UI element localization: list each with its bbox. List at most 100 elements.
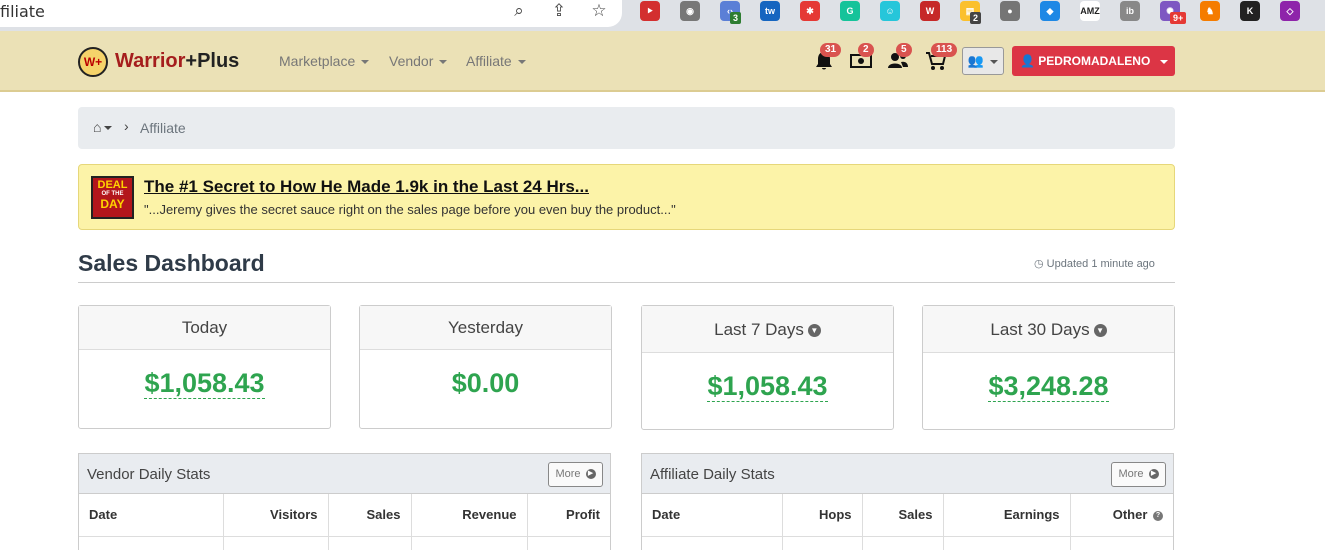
heading-divider xyxy=(78,282,1175,283)
more-button-label: More xyxy=(555,468,581,480)
help-icon[interactable]: ? xyxy=(1153,510,1163,521)
share-icon[interactable]: ⇪ xyxy=(548,0,570,22)
vendor-daily-stats-panel: Vendor Daily Stats More ▶ Date Visitors … xyxy=(78,453,611,550)
chevron-down-circle-icon[interactable]: ▼ xyxy=(807,324,821,338)
brand-name[interactable]: Warrior+Plus xyxy=(115,50,239,73)
arrow-right-circle-icon: ▶ xyxy=(1148,469,1159,480)
column-header-earnings[interactable]: Earnings xyxy=(943,494,1071,537)
extension-badge: 9+ xyxy=(1170,12,1187,24)
film-extension-icon[interactable]: ◉ xyxy=(680,1,700,21)
grammarly-extension-icon[interactable]: G xyxy=(840,1,860,21)
amz-extension-icon[interactable]: AMZ xyxy=(1080,1,1100,21)
column-header-other[interactable]: Other ? xyxy=(1070,494,1173,537)
column-header-other-label: Other xyxy=(1112,507,1148,523)
brand-name-part1: Warrior xyxy=(115,50,186,72)
column-header-sales[interactable]: Sales xyxy=(328,494,412,537)
warriorplus-logo-icon[interactable]: W+ xyxy=(78,47,108,77)
chevron-down-icon xyxy=(104,126,113,131)
updated-status: ◷ Updated 1 minute ago xyxy=(1034,257,1155,270)
cart-count-badge: 113 xyxy=(931,43,958,57)
deal-badge-line3: DAY xyxy=(100,197,125,211)
stat-card-label: Last 7 Days xyxy=(714,320,804,339)
table-row xyxy=(642,536,1173,550)
ib-extension-icon[interactable]: ib xyxy=(1120,1,1140,21)
team-icon: 👥 xyxy=(967,53,985,68)
browser-toolbar: filiate ⌕ ⇪ ☆ ⯈ ◉ ‹› 3 tw ✱ G ☺ W ▤ 2 ● ◆ AMZ ib ✺ 9+ ♞ K ◇ xyxy=(0,0,1325,31)
panel-header: Vendor Daily Stats More ▶ xyxy=(79,454,610,494)
address-bar-text[interactable]: filiate xyxy=(0,2,45,21)
stat-card-yesterday: Yesterday $0.00 xyxy=(359,305,612,429)
nav-marketplace-label: Marketplace xyxy=(279,53,356,69)
deal-of-the-day-banner: DEAL OF THE DAY The #1 Secret to How He … xyxy=(78,164,1175,230)
column-header-profit[interactable]: Profit xyxy=(527,494,610,537)
site-navbar: W+ Warrior+Plus Marketplace Vendor Affil… xyxy=(0,31,1325,92)
affiliate-more-button[interactable]: More ▶ xyxy=(1111,462,1166,487)
home-icon[interactable]: ⌂ xyxy=(93,119,113,135)
pdf-extension-icon[interactable]: ⯈ xyxy=(640,1,660,21)
column-header-date[interactable]: Date xyxy=(642,494,783,537)
table-row xyxy=(79,536,610,550)
nav-affiliate[interactable]: Affiliate xyxy=(466,53,526,69)
stat-card-last-30-days: Last 30 Days ▼ $3,248.28 xyxy=(922,305,1175,430)
stat-card-label: Today xyxy=(79,306,330,350)
chevron-down-icon xyxy=(517,60,526,65)
stat-card-label: Last 30 Days xyxy=(990,320,1090,339)
column-header-sales[interactable]: Sales xyxy=(862,494,944,537)
user-menu-label: PEDROMADALENO xyxy=(1038,54,1151,68)
bell-count-badge: 31 xyxy=(820,43,842,57)
stat-card-header[interactable]: Last 30 Days ▼ xyxy=(923,306,1174,353)
grey-extension-icon[interactable]: ● xyxy=(1000,1,1020,21)
affiliate-daily-stats-panel: Affiliate Daily Stats More ▶ Date Hops S… xyxy=(641,453,1174,550)
stat-card-last-7-days: Last 7 Days ▼ $1,058.43 xyxy=(641,305,894,430)
vendor-more-button[interactable]: More ▶ xyxy=(548,462,603,487)
chevron-down-icon xyxy=(361,60,370,65)
user-menu-button[interactable]: 👤 PEDROMADALENO xyxy=(1012,46,1175,76)
tw-extension-icon[interactable]: tw xyxy=(760,1,780,21)
column-header-date[interactable]: Date xyxy=(79,494,224,537)
bot-extension-icon[interactable]: ☺ xyxy=(880,1,900,21)
arrow-right-circle-icon: ▶ xyxy=(585,469,596,480)
stat-card-value[interactable]: $3,248.28 xyxy=(988,371,1109,402)
column-header-visitors[interactable]: Visitors xyxy=(223,494,329,537)
extension-badge: 3 xyxy=(730,12,742,24)
chevron-down-icon xyxy=(1159,59,1168,64)
affiliate-stats-table: Date Hops Sales Earnings Other ? xyxy=(642,494,1173,550)
diamond-extension-icon[interactable]: ◇ xyxy=(1280,1,1300,21)
more-button-label: More xyxy=(1118,468,1144,480)
word-extension-icon[interactable]: W xyxy=(920,1,940,21)
deal-of-the-day-logo[interactable]: DEAL OF THE DAY xyxy=(91,176,134,219)
team-menu-button[interactable]: 👥 xyxy=(962,47,1004,75)
column-header-revenue[interactable]: Revenue xyxy=(411,494,528,537)
tag-extension-icon[interactable]: ◆ xyxy=(1040,1,1060,21)
breadcrumb: ⌂ › Affiliate xyxy=(78,107,1175,149)
deal-badge-line1: DEAL xyxy=(97,179,128,191)
clock-icon: ◷ xyxy=(1034,258,1044,270)
table-header-row: Date Visitors Sales Revenue Profit xyxy=(79,494,610,537)
deal-title-link[interactable]: The #1 Secret to How He Made 1.9k in the… xyxy=(144,177,589,197)
panel-title: Vendor Daily Stats xyxy=(87,466,211,483)
nav-vendor[interactable]: Vendor xyxy=(389,53,448,69)
stat-card-today: Today $1,058.43 xyxy=(78,305,331,429)
fox-extension-icon[interactable]: ♞ xyxy=(1200,1,1220,21)
user-icon: 👤 xyxy=(1020,54,1035,68)
column-header-hops[interactable]: Hops xyxy=(782,494,863,537)
chevron-down-circle-icon[interactable]: ▼ xyxy=(1093,324,1107,338)
table-header-row: Date Hops Sales Earnings Other ? xyxy=(642,494,1173,537)
nav-vendor-label: Vendor xyxy=(389,53,434,69)
users-count-badge: 5 xyxy=(896,43,912,57)
stat-card-header[interactable]: Last 7 Days ▼ xyxy=(642,306,893,353)
stat-card-value[interactable]: $1,058.43 xyxy=(144,368,265,399)
nav-marketplace[interactable]: Marketplace xyxy=(279,53,370,69)
brand-name-part2: +Plus xyxy=(185,50,240,72)
chevron-right-icon: › xyxy=(124,118,129,134)
panel-title: Affiliate Daily Stats xyxy=(650,466,775,483)
stat-card-value: $0.00 xyxy=(451,368,520,398)
money-count-badge: 2 xyxy=(858,43,874,57)
k-extension-icon[interactable]: K xyxy=(1240,1,1260,21)
stat-card-value[interactable]: $1,058.43 xyxy=(707,371,828,402)
color-wheel-extension-icon[interactable]: ✱ xyxy=(800,1,820,21)
zoom-icon[interactable]: ⌕ xyxy=(508,0,530,22)
address-bar[interactable]: filiate ⌕ ⇪ ☆ xyxy=(0,0,622,27)
extension-badge: 2 xyxy=(970,12,982,24)
bookmark-star-icon[interactable]: ☆ xyxy=(588,0,610,22)
